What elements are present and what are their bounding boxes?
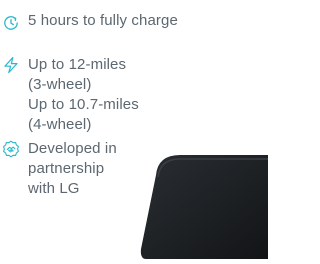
feature-charge-time-text: 5 hours to fully charge bbox=[28, 11, 178, 31]
partnership-badge-icon bbox=[2, 140, 20, 158]
feature-line: (3-wheel) bbox=[28, 76, 92, 93]
feature-partnership: Developed in partnership with LG bbox=[0, 139, 117, 199]
feature-line: Up to 12-miles bbox=[28, 56, 127, 73]
clock-icon bbox=[2, 14, 20, 32]
feature-line: 5 hours to fully charge bbox=[28, 12, 178, 29]
feature-charge-time: 5 hours to fully charge bbox=[0, 11, 178, 32]
feature-line: Up to 10.7-miles bbox=[28, 96, 139, 113]
battery-product-image bbox=[138, 149, 268, 259]
feature-line: with LG bbox=[28, 180, 80, 197]
feature-line: partnership bbox=[28, 160, 105, 177]
lightning-bolt-icon bbox=[2, 56, 20, 74]
feature-partnership-text: Developed in partnership with LG bbox=[28, 139, 117, 199]
feature-line: (4-wheel) bbox=[28, 116, 92, 133]
feature-range-text: Up to 12-miles (3-wheel) Up to 10.7-mile… bbox=[28, 55, 139, 135]
feature-line: Developed in bbox=[28, 140, 117, 157]
feature-range: Up to 12-miles (3-wheel) Up to 10.7-mile… bbox=[0, 55, 139, 135]
